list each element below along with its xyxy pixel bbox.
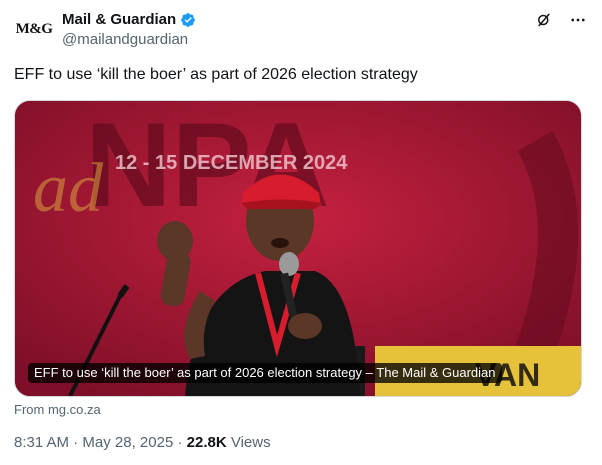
more-icon[interactable] xyxy=(568,10,588,30)
tweet-time[interactable]: 8:31 AM xyxy=(14,434,69,451)
views-count: 22.8K xyxy=(186,434,227,451)
grok-icon[interactable] xyxy=(534,10,554,30)
link-card[interactable]: NPA 12 - 15 DECEMBER 2024 ad VAN EFF to … xyxy=(14,100,582,397)
tweet-date[interactable]: May 28, 2025 xyxy=(82,434,173,451)
author-display-name[interactable]: Mail & Guardian xyxy=(62,10,176,30)
views-label: Views xyxy=(230,434,271,451)
avatar[interactable]: M&G xyxy=(14,16,54,42)
author-display-name-row: Mail & Guardian xyxy=(62,10,196,30)
tweet-meta: 8:31 AM · May 28, 2025 · 22.8K Views xyxy=(14,434,271,451)
header-actions xyxy=(534,10,588,30)
meta-separator: · xyxy=(73,434,83,451)
author-handle[interactable]: @mailandguardian xyxy=(62,30,196,50)
logo-text: M&G xyxy=(15,20,53,37)
banner-date-text: 12 - 15 DECEMBER 2024 xyxy=(115,152,348,174)
verified-badge-icon[interactable] xyxy=(180,12,196,28)
author-names: Mail & Guardian @mailandguardian xyxy=(62,10,196,50)
tweet-text: EFF to use ‘kill the boer’ as part of 20… xyxy=(14,66,418,83)
card-source[interactable]: From mg.co.za xyxy=(14,402,101,417)
card-caption: EFF to use ‘kill the boer’ as part of 20… xyxy=(28,363,502,383)
meta-separator: · xyxy=(177,434,187,451)
tweet-header: M&G Mail & Guardian @mailandguardian xyxy=(14,10,588,52)
card-photo: NPA 12 - 15 DECEMBER 2024 ad VAN xyxy=(15,101,581,396)
svg-text:ad: ad xyxy=(33,150,104,227)
